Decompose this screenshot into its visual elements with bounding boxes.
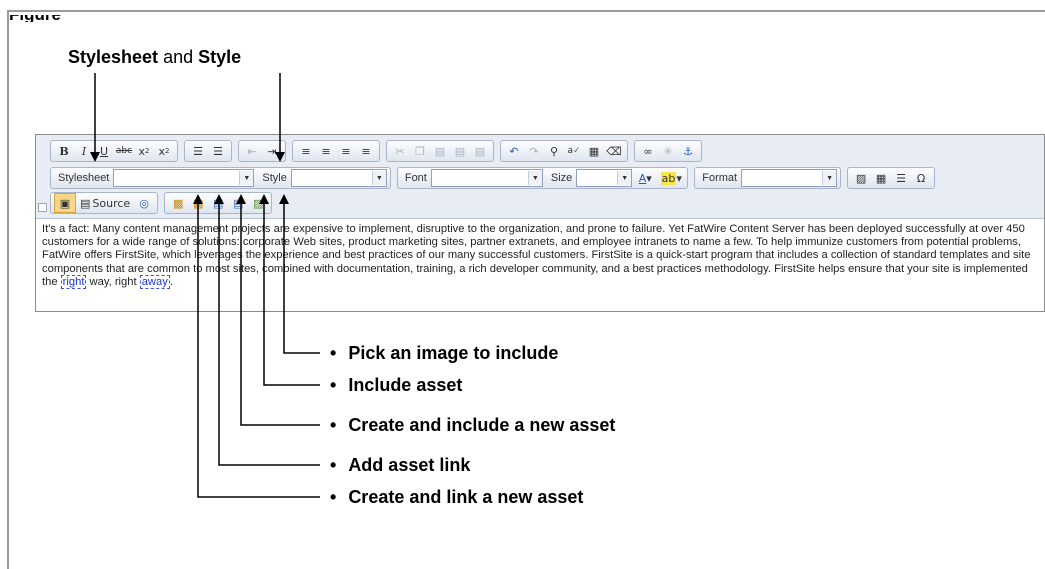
create-include-arrowhead <box>236 194 246 204</box>
stylesheet-arrowhead <box>90 152 100 162</box>
bullet: • <box>330 486 337 507</box>
pick-image-leader <box>283 198 320 354</box>
create-include-leader <box>240 198 320 426</box>
callout-leader-lines <box>90 73 320 498</box>
callout-pick-image: • Pick an image to include <box>330 342 558 364</box>
bullet: • <box>330 374 337 395</box>
callout-create-include-asset: • Create and include a new asset <box>330 414 615 436</box>
bullet: • <box>330 414 337 435</box>
bullet: • <box>330 454 337 475</box>
include-asset-arrowhead <box>259 194 269 204</box>
callout-include-asset: • Include asset <box>330 374 462 396</box>
create-link-leader <box>197 198 320 498</box>
pick-image-arrowhead <box>279 194 289 204</box>
callout-create-link-asset: • Create and link a new asset <box>330 486 583 508</box>
callout-text: Create and link a new asset <box>348 486 584 507</box>
callout-add-asset-link: • Add asset link <box>330 454 470 476</box>
bullet: • <box>330 342 337 363</box>
style-arrowhead <box>275 152 285 162</box>
add-link-arrowhead <box>214 194 224 204</box>
callout-text: Include asset <box>348 374 463 395</box>
callout-text: Add asset link <box>348 454 471 475</box>
callout-text: Pick an image to include <box>348 342 559 363</box>
include-asset-leader <box>263 198 320 386</box>
create-link-arrowhead <box>193 194 203 204</box>
callout-text: Create and include a new asset <box>348 414 616 435</box>
